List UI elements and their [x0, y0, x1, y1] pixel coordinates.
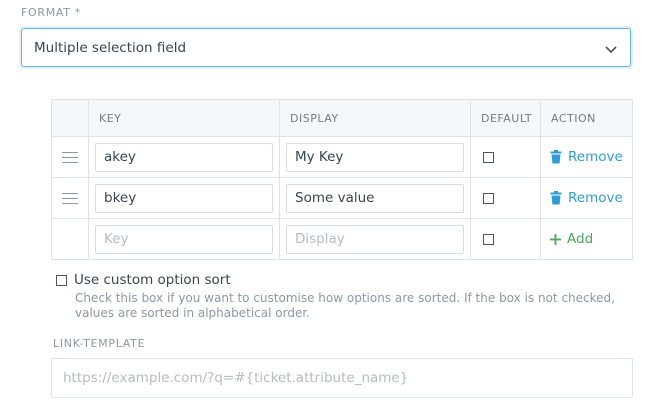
default-column-header: DEFAULT — [470, 99, 541, 137]
remove-label: Remove — [568, 190, 623, 206]
plus-icon — [550, 233, 561, 245]
drag-handle-icon[interactable] — [62, 151, 78, 163]
custom-sort-help-text: Check this box if you want to customise … — [75, 291, 615, 320]
display-column-header: DISPLAY — [279, 99, 471, 137]
option-default-checkbox[interactable] — [483, 151, 494, 163]
add-label: Add — [567, 231, 594, 247]
drag-cell[interactable] — [51, 136, 89, 178]
remove-option-button[interactable]: Remove — [547, 149, 626, 165]
option-default-checkbox[interactable] — [483, 192, 494, 204]
new-option-row: Add — [51, 218, 633, 260]
table-row: Remove — [51, 136, 633, 178]
table-row: Remove — [51, 177, 633, 219]
trash-icon — [550, 191, 562, 205]
custom-sort-option[interactable]: Use custom option sort — [56, 272, 231, 288]
option-key-input[interactable] — [95, 142, 273, 172]
new-option-key-input[interactable] — [95, 224, 273, 254]
remove-option-button[interactable]: Remove — [547, 190, 626, 206]
drag-handle-icon[interactable] — [62, 192, 78, 204]
new-option-default-checkbox[interactable] — [483, 233, 494, 245]
options-table: KEY DISPLAY DEFAULT ACTION R — [51, 99, 633, 260]
remove-label: Remove — [568, 149, 623, 165]
custom-sort-label: Use custom option sort — [74, 272, 231, 288]
custom-sort-checkbox[interactable] — [56, 274, 67, 286]
drag-cell[interactable] — [51, 177, 89, 219]
drag-column-header — [51, 99, 89, 137]
link-template-label: LINK-TEMPLATE — [53, 337, 146, 350]
table-header-row: KEY DISPLAY DEFAULT ACTION — [51, 99, 633, 137]
trash-icon — [550, 150, 562, 164]
key-column-header: KEY — [88, 99, 280, 137]
option-display-input[interactable] — [286, 142, 464, 172]
option-key-input[interactable] — [95, 183, 273, 213]
new-option-display-input[interactable] — [286, 224, 464, 254]
chevron-down-icon — [605, 46, 617, 54]
format-selected-value: Multiple selection field — [34, 40, 187, 56]
format-select[interactable]: Multiple selection field — [21, 28, 631, 67]
format-label: FORMAT * — [21, 6, 82, 19]
link-template-input[interactable] — [51, 358, 633, 398]
add-option-button[interactable]: Add — [547, 231, 626, 247]
action-column-header: ACTION — [540, 99, 633, 137]
empty-drag-cell — [51, 218, 89, 260]
option-display-input[interactable] — [286, 183, 464, 213]
